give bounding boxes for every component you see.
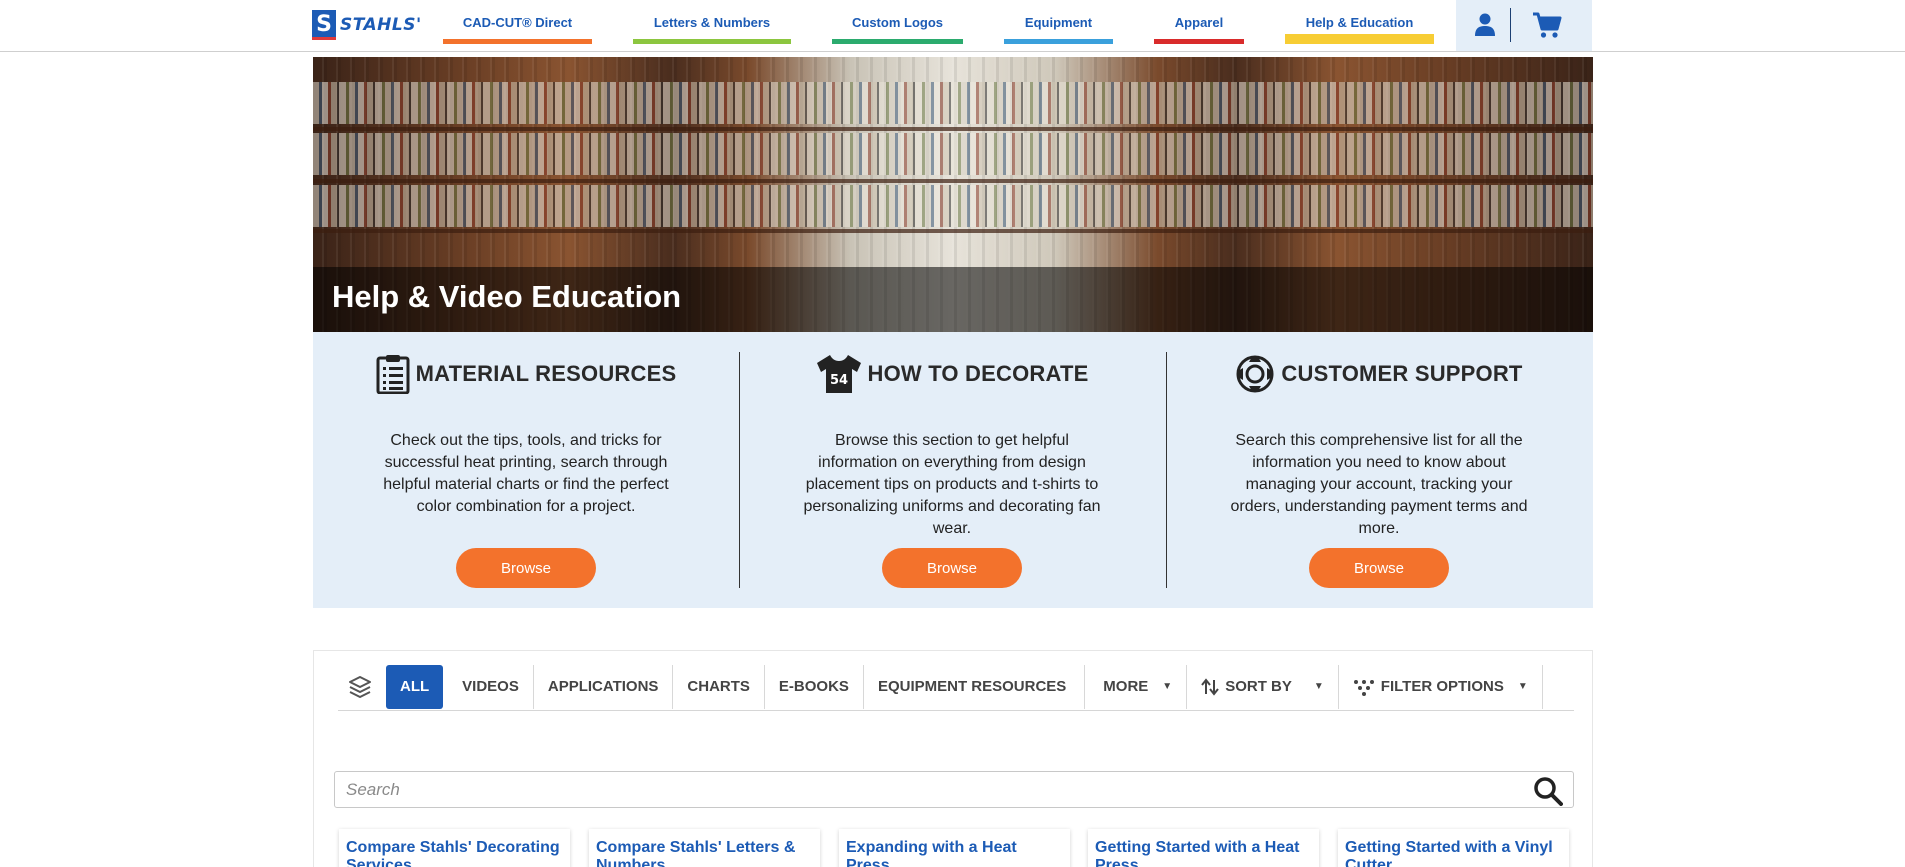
nav-underline	[1004, 39, 1113, 44]
filter-dots-icon	[1353, 679, 1374, 696]
nav-underline	[1285, 34, 1434, 44]
resource-card[interactable]: Getting Started with a Vinyl Cutter	[1338, 829, 1569, 867]
tab-all[interactable]: ALL	[386, 664, 444, 709]
nav-underline	[443, 39, 592, 44]
sort-arrows-icon	[1201, 677, 1219, 696]
customer-support-description: Search this comprehensive list for all t…	[1230, 432, 1528, 537]
library-search-box	[334, 771, 1574, 808]
caret-down-icon: ▼	[1162, 681, 1173, 692]
tab-applications[interactable]: APPLICATIONS	[534, 664, 674, 709]
tab-videos[interactable]: VIDEOS	[448, 664, 534, 709]
resource-card-title: Getting Started with a Heat Press	[1095, 839, 1300, 867]
account-cart-area	[1456, 0, 1592, 51]
util-separator	[1510, 8, 1511, 42]
filter-options-label: FILTER OPTIONS	[1380, 678, 1504, 695]
tab-charts[interactable]: CHARTS	[673, 664, 765, 709]
resource-card-title: Expanding with a Heat Press	[846, 839, 1017, 867]
nav-underline	[1154, 39, 1244, 44]
hero-image-shelf	[313, 229, 1593, 233]
customer-support-heading: CUSTOMER SUPPORT	[1166, 352, 1592, 396]
hero-image-shelf	[313, 127, 1593, 131]
material-resources-heading: MATERIAL RESOURCES	[313, 352, 739, 396]
hero-title: Help & Video Education	[332, 279, 682, 314]
stahls-logo-mark	[312, 10, 336, 40]
nav-letters-numbers[interactable]: Letters & Numbers	[633, 0, 791, 44]
search-input[interactable]	[346, 779, 1506, 801]
resource-card-title: Compare Stahls' Decorating Services	[346, 839, 560, 867]
customer-support-browse-button[interactable]: Browse	[1309, 548, 1449, 588]
customer-support-title: CUSTOMER SUPPORT	[1281, 361, 1523, 386]
how-to-decorate-heading: 54 HOW TO DECORATE	[739, 352, 1165, 396]
jersey-number: 54	[829, 373, 847, 388]
resource-card[interactable]: Compare Stahls' Letters & Numbers	[589, 829, 820, 867]
material-resources-title: MATERIAL RESOURCES	[415, 361, 677, 386]
sort-by-label: SORT BY	[1225, 678, 1292, 695]
resource-card[interactable]: Expanding with a Heat Press	[839, 829, 1070, 867]
cart-icon[interactable]	[1532, 11, 1562, 39]
nav-equipment[interactable]: Equipment	[1004, 0, 1113, 44]
layers-icon	[338, 665, 382, 709]
more-dropdown[interactable]: MORE ▼	[1085, 664, 1188, 709]
nav-help-education[interactable]: Help & Education	[1285, 0, 1434, 44]
user-icon[interactable]	[1474, 13, 1496, 37]
hero-image-books	[313, 133, 1593, 175]
tab-e-books[interactable]: E-BOOKS	[765, 664, 864, 709]
more-label: MORE	[1103, 678, 1149, 695]
resource-card[interactable]: Compare Stahls' Decorating Services	[339, 829, 570, 867]
material-resources-description: Check out the tips, tools, and tricks fo…	[383, 432, 669, 515]
nav-label: Letters & Numbers	[653, 14, 771, 30]
how-to-decorate-column: 54 HOW TO DECORATE Browse this section t…	[739, 332, 1165, 608]
nav-cad-cut-direct[interactable]: CAD-CUT® Direct	[443, 0, 592, 44]
resource-card-title: Compare Stahls' Letters & Numbers	[596, 839, 796, 867]
nav-underline	[633, 39, 791, 44]
customer-support-column: CUSTOMER SUPPORT Search this comprehensi…	[1166, 332, 1592, 608]
stahls-logo-text: STAHLS'	[340, 15, 422, 35]
tab-equipment-resources[interactable]: EQUIPMENT RESOURCES	[864, 664, 1086, 709]
nav-custom-logos[interactable]: Custom Logos	[832, 0, 963, 44]
resource-cards: Compare Stahls' Decorating Services Comp…	[339, 829, 1579, 867]
resource-card[interactable]: Getting Started with a Heat Press	[1088, 829, 1319, 867]
how-to-decorate-title: HOW TO DECORATE	[867, 361, 1089, 386]
clipboard-list-icon	[376, 355, 410, 394]
resource-categories: MATERIAL RESOURCES Check out the tips, t…	[313, 332, 1593, 608]
hero-image-shelf	[313, 179, 1593, 183]
sort-by-dropdown[interactable]: SORT BY ▼	[1187, 664, 1339, 709]
search-icon[interactable]	[1533, 776, 1563, 806]
how-to-decorate-browse-button[interactable]: Browse	[882, 548, 1022, 588]
hero-image-books	[313, 185, 1593, 227]
nav-apparel[interactable]: Apparel	[1154, 0, 1244, 44]
hero-image-books	[313, 82, 1593, 124]
top-navigation: STAHLS' CAD-CUT® Direct Letters & Number…	[0, 0, 1905, 52]
resource-library: ALL VIDEOS APPLICATIONS CHARTS E-BOOKS E…	[313, 650, 1593, 867]
nav-underline	[832, 39, 963, 44]
caret-down-icon: ▼	[1517, 681, 1528, 692]
jersey-icon: 54	[816, 355, 861, 393]
nav-label: Help & Education	[1305, 14, 1414, 30]
resource-card-title: Getting Started with a Vinyl Cutter	[1345, 839, 1553, 867]
stahls-logo[interactable]: STAHLS'	[312, 9, 422, 41]
material-resources-column: MATERIAL RESOURCES Check out the tips, t…	[313, 332, 739, 608]
material-resources-browse-button[interactable]: Browse	[456, 548, 596, 588]
hero-banner: Help & Video Education	[313, 57, 1593, 332]
how-to-decorate-description: Browse this section to get helpful infor…	[803, 432, 1101, 537]
filter-options-dropdown[interactable]: FILTER OPTIONS ▼	[1339, 664, 1543, 709]
nav-label: Equipment	[1024, 14, 1093, 30]
nav-label: Apparel	[1174, 14, 1224, 30]
nav-label: Custom Logos	[852, 14, 943, 30]
filter-tabs: ALL VIDEOS APPLICATIONS CHARTS E-BOOKS E…	[338, 663, 1574, 711]
caret-down-icon: ▼	[1313, 681, 1324, 692]
nav-label: CAD-CUT® Direct	[462, 14, 573, 30]
hero-caption: Help & Video Education	[313, 267, 1593, 332]
life-ring-icon	[1236, 355, 1274, 393]
